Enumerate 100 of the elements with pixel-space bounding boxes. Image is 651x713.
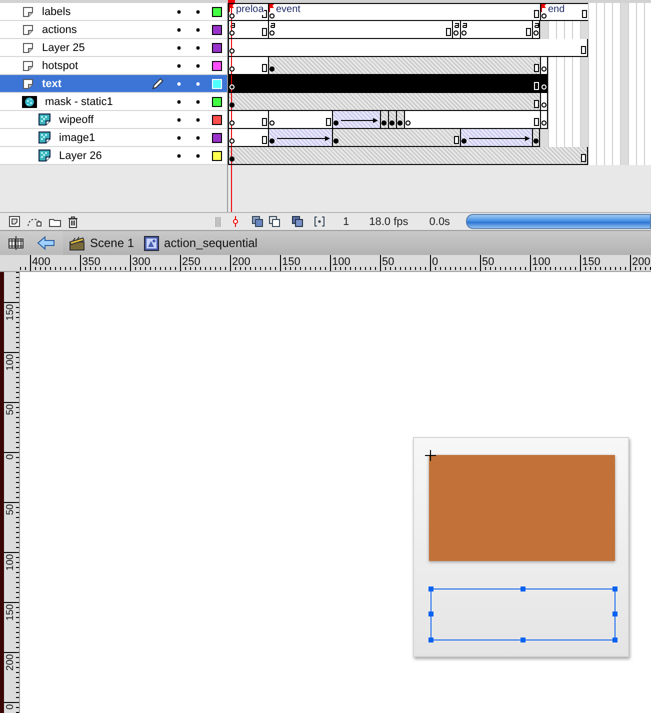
layer-name: text: [42, 78, 63, 90]
frame-span[interactable]: [404, 111, 540, 129]
ruler-label: 200: [5, 654, 16, 671]
ruler-label: 300: [132, 256, 150, 268]
frame-span[interactable]: [388, 111, 396, 129]
timeline-toggle-icon[interactable]: [8, 236, 24, 250]
frame-span[interactable]: [228, 129, 268, 147]
visibility-dot[interactable]: [176, 118, 180, 122]
frame-span[interactable]: [460, 21, 532, 39]
layer-name: hotspot: [42, 60, 80, 72]
frame-span[interactable]: [268, 111, 332, 129]
frame-span[interactable]: [228, 147, 588, 165]
lock-dot[interactable]: [196, 82, 200, 86]
ruler-label: 50: [482, 256, 494, 268]
ruler-label: 400: [32, 256, 50, 268]
visibility-dot[interactable]: [176, 28, 180, 32]
breadcrumb-link[interactable]: action_sequential: [164, 236, 258, 250]
frame-span[interactable]: [268, 3, 540, 21]
frame-span[interactable]: [228, 111, 268, 129]
visibility-dot[interactable]: [176, 64, 180, 68]
frame-span[interactable]: [540, 93, 548, 111]
onion-outline-icon[interactable]: [269, 216, 280, 227]
frame-rate: 18.0 fps: [369, 216, 408, 228]
frame-span[interactable]: [228, 21, 268, 39]
frame-span[interactable]: [332, 111, 380, 129]
layer-icon: [22, 60, 34, 72]
ruler-label: 0: [5, 454, 16, 460]
lock-dot[interactable]: [196, 46, 200, 50]
back-arrow-icon[interactable]: [37, 236, 55, 250]
motion-guide-icon[interactable]: [27, 216, 42, 227]
outline-color-swatch[interactable]: [212, 96, 222, 106]
resize-grip-icon[interactable]: [215, 216, 221, 226]
visibility-dot[interactable]: [176, 10, 180, 14]
selection-box[interactable]: [428, 586, 618, 643]
frame-span[interactable]: [268, 21, 452, 39]
frame-span[interactable]: [228, 57, 268, 75]
outline-color-swatch[interactable]: [212, 60, 222, 70]
playhead-marker[interactable]: [228, 0, 235, 3]
visibility-dot[interactable]: [176, 136, 180, 140]
ruler-label: 100: [332, 256, 350, 268]
layer-row[interactable]: mask - static1: [0, 93, 227, 111]
frame-span[interactable]: [332, 129, 460, 147]
lock-dot[interactable]: [196, 28, 200, 32]
layer-icon: [22, 78, 34, 90]
horizontal-scrollbar[interactable]: [466, 214, 651, 229]
ruler-label: 150: [5, 304, 16, 321]
layer-row[interactable]: hotspot: [0, 57, 227, 75]
layer-row[interactable]: Layer 26: [0, 147, 227, 165]
visibility-dot[interactable]: [176, 154, 180, 158]
frame-span[interactable]: [540, 57, 548, 75]
visibility-dot[interactable]: [176, 46, 180, 50]
outline-color-swatch[interactable]: [212, 24, 222, 34]
edit-multiple-frames-icon[interactable]: [292, 216, 303, 227]
ruler-label: 50: [382, 256, 394, 268]
folder-icon[interactable]: [49, 216, 61, 226]
layer-row[interactable]: actions: [0, 21, 227, 39]
frame-span[interactable]: [268, 57, 540, 75]
lock-dot[interactable]: [196, 154, 200, 158]
lock-dot[interactable]: [196, 136, 200, 140]
visibility-dot[interactable]: [176, 100, 180, 104]
frame-span[interactable]: [540, 75, 548, 93]
trash-icon[interactable]: [68, 216, 78, 228]
visibility-dot[interactable]: [176, 82, 180, 86]
layer-row[interactable]: image1: [0, 129, 227, 147]
masked-layer-icon: [38, 149, 51, 162]
frame-span[interactable]: [228, 39, 588, 57]
frame-span[interactable]: [532, 129, 540, 147]
onion-markers-icon[interactable]: [314, 216, 325, 227]
frame-span[interactable]: [268, 129, 332, 147]
frame-span[interactable]: [452, 21, 460, 39]
layer-row[interactable]: text: [0, 75, 227, 93]
frame-span[interactable]: [460, 129, 532, 147]
breadcrumb-link[interactable]: Scene 1: [90, 236, 134, 250]
lock-dot[interactable]: [196, 118, 200, 122]
frame-span[interactable]: [540, 111, 548, 129]
frame-label: preloa: [236, 4, 264, 15]
lock-dot[interactable]: [196, 10, 200, 14]
outline-color-swatch[interactable]: [212, 42, 222, 52]
layer-row[interactable]: wipeoff: [0, 111, 227, 129]
frame-span[interactable]: [532, 21, 540, 39]
outline-color-swatch[interactable]: [212, 132, 222, 142]
outline-color-swatch[interactable]: [212, 114, 222, 124]
layer-name: actions: [42, 24, 78, 36]
layer-row[interactable]: labels: [0, 3, 227, 21]
layer-name: labels: [42, 6, 72, 18]
lock-dot[interactable]: [196, 100, 200, 104]
frame-span[interactable]: [228, 93, 540, 111]
new-layer-icon[interactable]: [9, 216, 20, 227]
frame-span[interactable]: [396, 111, 404, 129]
outline-color-swatch[interactable]: [212, 6, 222, 16]
center-frame-icon[interactable]: [232, 216, 239, 227]
frame-span[interactable]: [380, 111, 388, 129]
outline-color-swatch[interactable]: [212, 150, 222, 160]
ruler-label: 0: [5, 704, 16, 710]
lock-dot[interactable]: [196, 64, 200, 68]
flag-icon: [269, 4, 274, 12]
layer-row[interactable]: Layer 25: [0, 39, 227, 57]
onion-skin-icon[interactable]: [252, 216, 263, 227]
ruler-label: 100: [532, 256, 550, 268]
mask-layer-icon: [22, 96, 37, 108]
